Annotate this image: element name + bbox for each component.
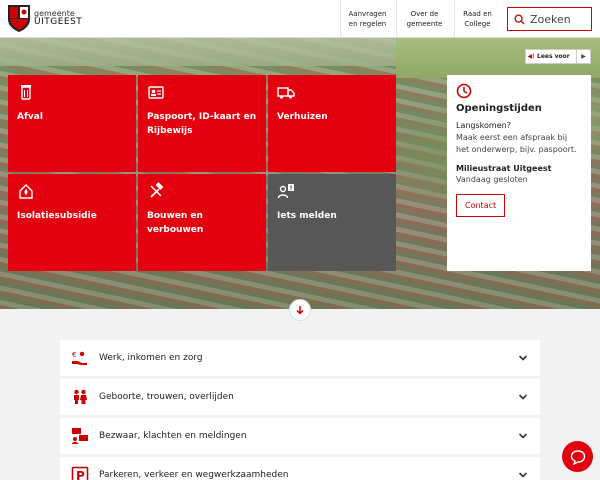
readspeaker-button[interactable]: ◀) Lees voor ▶ <box>525 49 591 64</box>
chevron-down-icon <box>518 355 528 361</box>
speaker-icon: ◀) <box>527 53 535 60</box>
opening-hours-text: Maak eerst een afspraak bij het onderwer… <box>456 133 577 154</box>
accordion-label: Parkeren, verkeer en wegwerkzaamheden <box>99 470 289 480</box>
chat-button[interactable] <box>562 441 593 472</box>
id-card-icon <box>148 86 164 99</box>
nav-line: College <box>464 20 491 28</box>
tile-label: Verhuizen <box>277 112 328 122</box>
search-input[interactable] <box>530 12 590 26</box>
nav-raad-en-college[interactable]: Raad en College <box>454 0 500 38</box>
report-person-icon <box>277 184 294 199</box>
opening-hours-title: Openingstijden <box>456 103 542 114</box>
nav-line: en regelen <box>348 20 387 28</box>
chevron-down-icon <box>518 394 528 400</box>
complaint-icon <box>72 428 88 444</box>
site-logo[interactable]: gemeente UITGEEST <box>6 3 82 33</box>
nav-aanvragen[interactable]: Aanvragen en regelen <box>340 0 394 38</box>
accordion-bezwaar-klachten[interactable]: Bezwaar, klachten en meldingen <box>60 418 540 454</box>
logo-big-text: UITGEEST <box>34 17 83 27</box>
nav-over-de-gemeente[interactable]: Over de gemeente <box>396 0 452 38</box>
hero-section: ◀) Lees voor ▶ Afval Paspoort, ID-kaart … <box>0 38 600 309</box>
family-icon <box>74 389 87 404</box>
tile-afval[interactable]: Afval <box>8 75 136 172</box>
accordion-label: Werk, inkomen en zorg <box>99 353 203 363</box>
milieustraat-title: Milieustraat Uitgeest <box>456 164 552 173</box>
chevron-down-icon <box>518 433 528 439</box>
tile-paspoort[interactable]: Paspoort, ID-kaart en Rijbewijs <box>138 75 266 172</box>
readspeaker-label: Lees voor <box>537 53 570 60</box>
crest-icon <box>8 5 30 32</box>
clock-icon <box>456 83 472 99</box>
tile-verhuizen[interactable]: Verhuizen <box>268 75 396 172</box>
accordion-geboorte-trouwen[interactable]: Geboorte, trouwen, overlijden <box>60 379 540 415</box>
accordion-label: Bezwaar, klachten en meldingen <box>99 431 247 441</box>
money-hand-icon: € <box>72 351 87 365</box>
moving-truck-icon <box>277 87 295 99</box>
nav-line: gemeente <box>406 20 443 28</box>
site-header: gemeente UITGEEST Aanvragen en regelen Ov… <box>0 0 600 38</box>
chat-bubble-icon <box>570 449 585 465</box>
accordion-werk-inkomen-zorg[interactable]: € Werk, inkomen en zorg <box>60 340 540 376</box>
svg-text:€: € <box>72 351 76 359</box>
arrow-down-icon <box>296 306 304 315</box>
tile-iets-melden[interactable]: Iets melden <box>268 174 396 271</box>
tile-label: Paspoort, ID-kaart en Rijbewijs <box>147 112 257 136</box>
tile-label: Bouwen en verbouwen <box>147 211 204 235</box>
parking-icon: P <box>71 466 89 480</box>
tile-bouwen[interactable]: Bouwen en verbouwen <box>138 174 266 271</box>
hammer-icon <box>150 182 164 198</box>
tile-isolatiesubsidie[interactable]: Isolatiesubsidie <box>8 174 136 271</box>
tile-label: Iets melden <box>277 211 337 221</box>
svg-text:P: P <box>76 469 85 480</box>
scroll-down-button[interactable] <box>289 299 311 321</box>
tile-label: Afval <box>17 112 43 122</box>
nav-line: Aanvragen <box>348 10 387 18</box>
contact-button[interactable]: Contact <box>456 194 506 217</box>
house-insulation-icon <box>19 184 33 199</box>
tile-label: Isolatiesubsidie <box>17 211 97 221</box>
opening-hours-card: Openingstijden Langskomen? Maak eerst ee… <box>447 75 591 271</box>
trash-bin-icon <box>21 85 31 100</box>
search-box[interactable] <box>507 7 592 31</box>
nav-line: Over de <box>410 10 439 18</box>
search-icon <box>514 13 525 25</box>
opening-hours-subtitle: Langskomen? <box>456 121 511 130</box>
accordion-parkeren-verkeer[interactable]: P Parkeren, verkeer en wegwerkzaamheden <box>60 457 540 480</box>
nav-line: Raad en <box>463 10 492 18</box>
accordion-label: Geboorte, trouwen, overlijden <box>99 392 234 402</box>
play-icon[interactable]: ▶ <box>576 50 590 63</box>
chevron-down-icon <box>518 472 528 478</box>
milieustraat-status: Vandaag gesloten <box>456 175 528 184</box>
